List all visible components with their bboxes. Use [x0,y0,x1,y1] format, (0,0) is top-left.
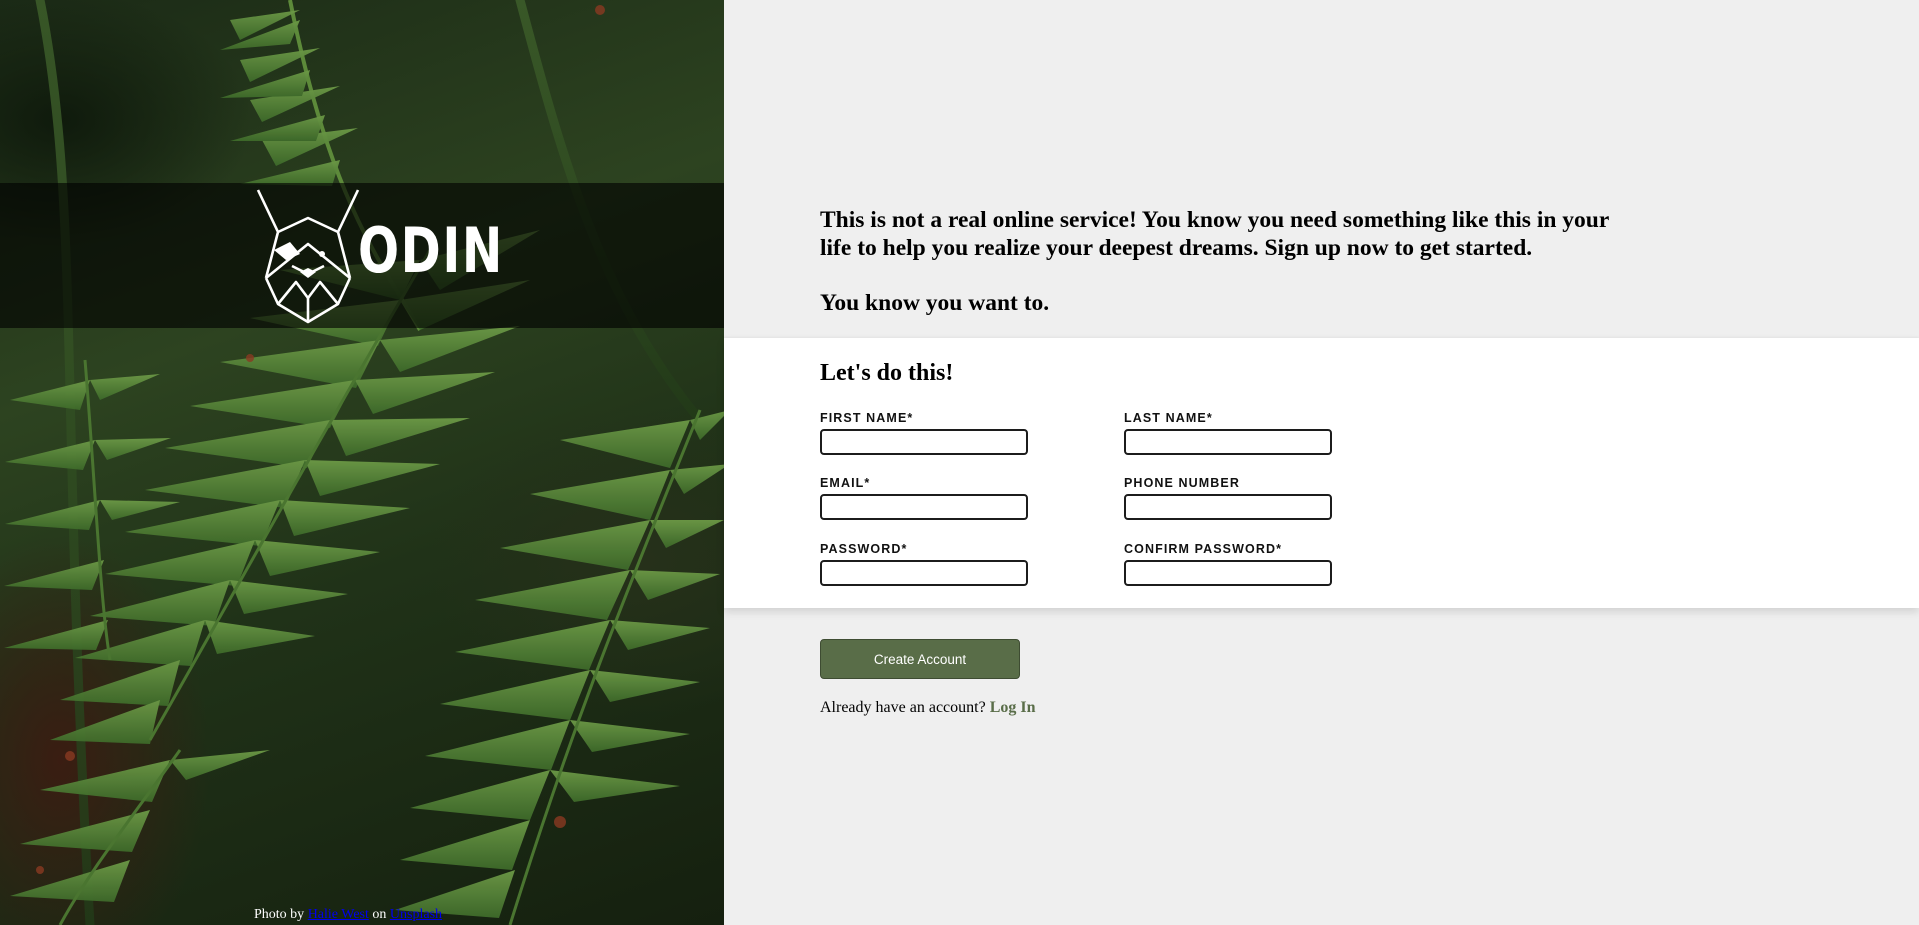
intro-text: This is not a real online service! You k… [820,206,1640,317]
last-name-input[interactable] [1124,429,1332,455]
phone-number-input[interactable] [1124,494,1332,520]
first-name-field: FIRST NAME* [820,411,1030,455]
intro-tagline: You know you want to. [820,290,1050,316]
login-link[interactable]: Log In [990,699,1036,716]
email-field: EMAIL* [820,476,1030,520]
photo-credit-prefix: Photo by [254,907,305,922]
fern-background-illustration [4,0,724,925]
confirm-password-label: CONFIRM PASSWORD* [1124,542,1283,556]
first-name-label: FIRST NAME* [820,411,914,425]
password-label: PASSWORD* [820,542,908,556]
email-input[interactable] [820,494,1028,520]
photo-credit-middle: on [372,907,387,922]
password-field: PASSWORD* [820,542,1030,586]
email-label: EMAIL* [820,476,871,490]
phone-number-field: PHONE NUMBER [1124,476,1334,520]
password-input[interactable] [820,560,1028,586]
last-name-label: LAST NAME* [1124,411,1213,425]
intro-paragraph: This is not a real online service! You k… [820,207,1609,261]
create-account-button[interactable]: Create Account [820,639,1020,679]
phone-number-label: PHONE NUMBER [1124,476,1240,490]
login-prompt: Already have an account? Log In [820,699,1035,717]
last-name-field: LAST NAME* [1124,411,1334,455]
hero-fern-image: ODIN Photo by Halie West on Unsplash [0,0,724,925]
photo-credit: Photo by Halie West on Unsplash [254,907,442,923]
first-name-input[interactable] [820,429,1028,455]
login-prompt-text: Already have an account? [820,699,986,716]
photo-author-link[interactable]: Halie West [308,907,369,922]
form-title: Let's do this! [820,360,954,386]
photo-source-link[interactable]: Unsplash [390,907,442,922]
confirm-password-field: CONFIRM PASSWORD* [1124,542,1334,586]
confirm-password-input[interactable] [1124,560,1332,586]
brand-name: ODIN [358,214,504,287]
